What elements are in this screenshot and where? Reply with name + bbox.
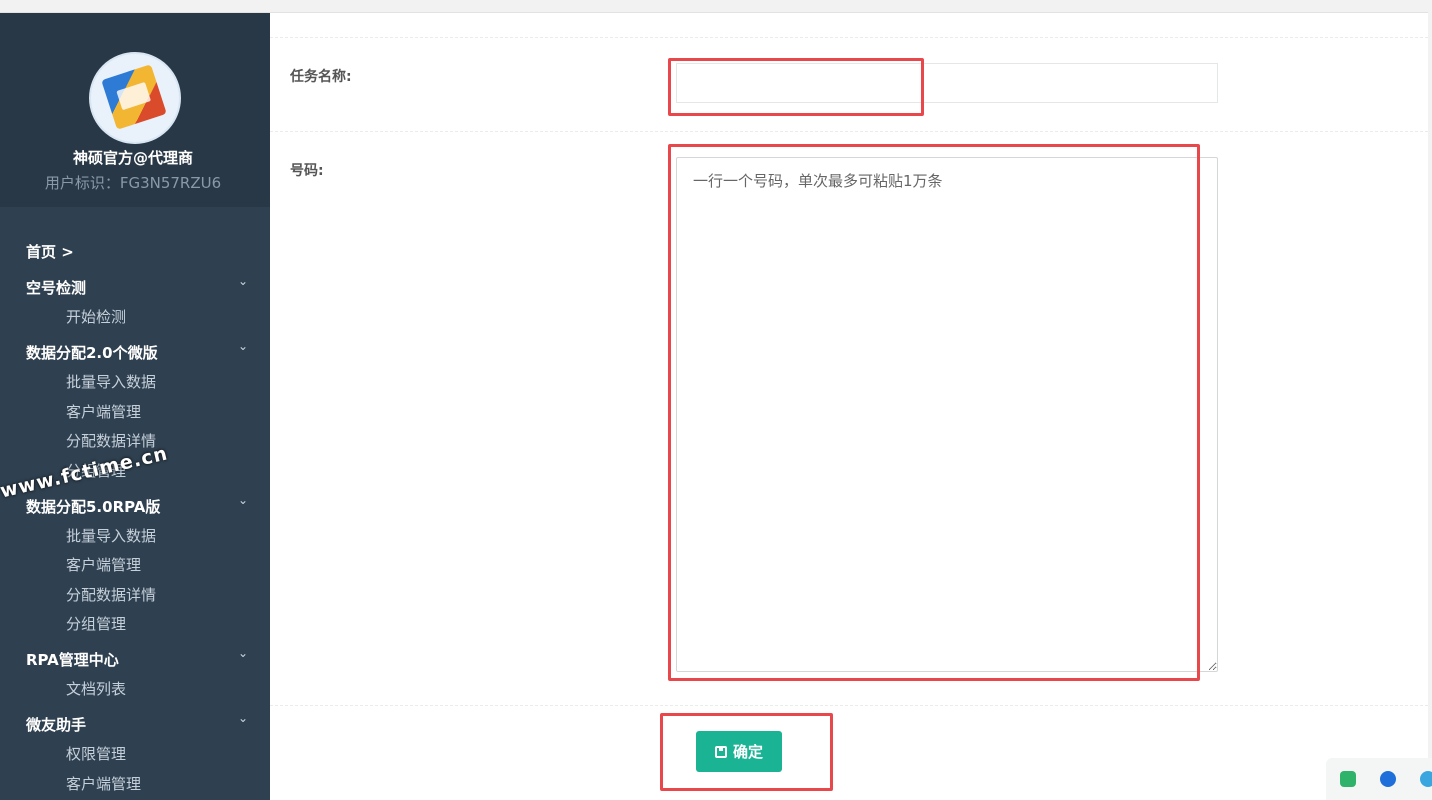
security-tray-icon[interactable] [1380,771,1396,787]
confirm-button[interactable]: 确定 [696,731,782,772]
system-tray [1326,758,1432,800]
avatar[interactable] [89,52,181,144]
chevron-down-icon[interactable]: ⌄ [238,274,248,288]
app-tray-icon[interactable] [1340,771,1356,787]
chevron-down-icon[interactable]: ⌄ [238,711,248,725]
chevron-down-icon[interactable]: ⌄ [238,339,248,353]
chevron-down-icon[interactable]: ⌄ [238,646,248,660]
sidebar-item-dist-details[interactable]: 分配数据详情 [66,584,156,605]
task-name-input[interactable] [676,63,1218,103]
sidebar-group-data-dist-5[interactable]: 数据分配5.0RPA版 [26,496,160,517]
sidebar-group-weiyou-assistant[interactable]: 微友助手 [26,714,86,735]
sidebar: 神硕官方@代理商 用户标识：FG3N57RZU6 首页 > 空号检测 ⌄ 开始检… [0,13,270,800]
numbers-textarea[interactable] [676,157,1218,672]
sidebar-item-permission-manage[interactable]: 权限管理 [66,743,126,764]
divider [270,131,1428,132]
sidebar-item-batch-import[interactable]: 批量导入数据 [66,371,156,392]
network-tray-icon[interactable] [1420,771,1432,787]
chevron-down-icon[interactable]: ⌄ [238,493,248,507]
sidebar-group-data-dist-2[interactable]: 数据分配2.0个微版 [26,342,158,363]
sidebar-item-group-manage[interactable]: 分组管理 [66,613,126,634]
confirm-button-label: 确定 [732,743,763,761]
sidebar-item-client-manage[interactable]: 客户端管理 [66,773,141,794]
sidebar-group-rpa-center[interactable]: RPA管理中心 [26,649,119,670]
sidebar-item-client-manage[interactable]: 客户端管理 [66,401,141,422]
sidebar-group-empty-number-check[interactable]: 空号检测 [26,277,86,298]
sidebar-item-doc-list[interactable]: 文档列表 [66,678,126,699]
save-icon [714,745,727,758]
sidebar-item-start-check[interactable]: 开始检测 [66,306,126,327]
sidebar-item-client-manage[interactable]: 客户端管理 [66,554,141,575]
logo-cube-icon [101,64,167,130]
profile-user-id: 用户标识：FG3N57RZU6 [44,174,222,192]
divider [270,37,1428,38]
window-top-bar [0,0,1432,13]
sidebar-item-home[interactable]: 首页 > [26,241,74,262]
task-name-label: 任务名称: [290,69,352,85]
divider [270,705,1428,706]
sidebar-item-batch-import[interactable]: 批量导入数据 [66,525,156,546]
profile-name: 神硕官方@代理商 [72,149,193,167]
profile-panel: 神硕官方@代理商 用户标识：FG3N57RZU6 [0,13,270,207]
window-right-edge [1428,12,1432,800]
numbers-label: 号码: [290,163,324,179]
